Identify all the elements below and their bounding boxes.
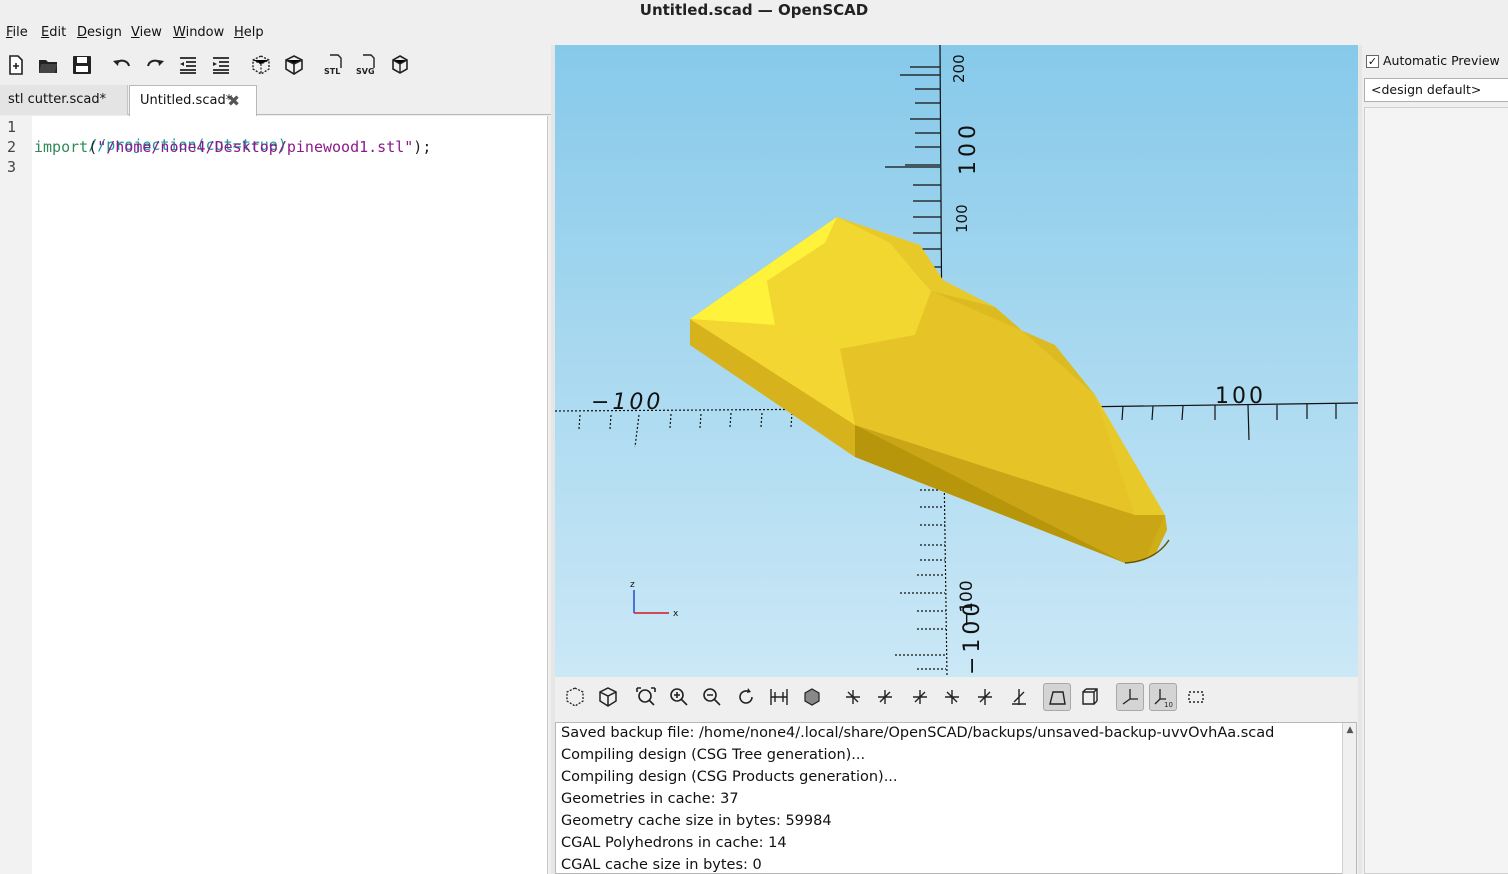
view-right-icon[interactable]: [839, 683, 867, 711]
preview-icon[interactable]: [247, 51, 275, 79]
console-scrollbar[interactable]: ▲: [1342, 723, 1356, 874]
x-axis-label-negative: −100: [591, 390, 663, 415]
svg-text:SVG: SVG: [356, 67, 375, 76]
view-top-icon[interactable]: [906, 683, 934, 711]
perspective-toggle-icon[interactable]: [765, 683, 793, 711]
customizer-parameters: [1364, 107, 1508, 874]
reset-view-icon[interactable]: [732, 683, 760, 711]
console-line: Geometries in cache: 37: [561, 791, 739, 807]
unindent-icon[interactable]: [174, 51, 202, 79]
z-axis-label-100-large: 100: [956, 121, 981, 175]
undo-icon[interactable]: [108, 51, 136, 79]
menu-view[interactable]: View: [131, 25, 162, 40]
close-tab-icon[interactable]: ✖: [227, 86, 240, 116]
svg-text:10: 10: [1164, 701, 1173, 708]
tab-stl-cutter[interactable]: stl cutter.scad*: [0, 85, 128, 115]
zoom-in-icon[interactable]: [665, 683, 693, 711]
render-icon[interactable]: [594, 683, 622, 711]
code-line-2: import("/home/none4/Desktop/pinewood1.st…: [34, 138, 431, 156]
menu-help[interactable]: Help: [234, 25, 264, 40]
view-back-icon[interactable]: [1005, 683, 1033, 711]
code-punctuation: );: [413, 138, 432, 156]
code-editor[interactable]: 1 2 3 //projection(cut=true) import("/ho…: [0, 116, 548, 874]
menu-design[interactable]: Design: [77, 25, 122, 40]
code-punctuation: (: [88, 138, 98, 156]
console-line: CGAL cache size in bytes: 0: [561, 857, 762, 873]
zoom-out-icon[interactable]: [698, 683, 726, 711]
view-toolbar: 10: [555, 680, 1358, 714]
perspective-icon[interactable]: [1043, 683, 1071, 711]
scroll-up-arrow-icon[interactable]: ▲: [1345, 725, 1355, 735]
view-left-icon[interactable]: [871, 683, 899, 711]
z-axis-label-200: 200: [950, 54, 968, 83]
orthogonal-toggle-icon[interactable]: [798, 683, 826, 711]
orientation-x-label: x: [673, 609, 679, 619]
send-to-print-icon[interactable]: [386, 51, 414, 79]
model-body: [690, 217, 1170, 564]
render-icon[interactable]: [280, 51, 308, 79]
console-line: Compiling design (CSG Products generatio…: [561, 769, 898, 785]
menu-bar: File Edit Design View Window Help: [0, 22, 1508, 44]
editor-toolbar: STL SVG: [0, 46, 552, 84]
code-keyword: import: [34, 138, 89, 156]
line-number-gutter: 1 2 3: [0, 116, 32, 874]
orientation-z-label: z: [630, 580, 635, 590]
line-number: 1: [7, 118, 17, 136]
console-line: CGAL Polyhedrons in cache: 14: [561, 835, 787, 851]
show-axes-icon[interactable]: [1116, 683, 1144, 711]
save-file-icon[interactable]: [68, 51, 96, 79]
orientation-axes-icon: z x: [630, 580, 679, 619]
z-axis-label-100-small: 100: [953, 204, 971, 233]
show-scale-icon[interactable]: 10: [1149, 683, 1177, 711]
z-axis-label-neg-100-large: −100: [960, 599, 985, 675]
console-output[interactable]: Saved backup file: /home/none4/.local/sh…: [555, 722, 1357, 874]
window-title: Untitled.scad — OpenSCAD: [0, 0, 1508, 22]
menu-edit[interactable]: Edit: [41, 25, 66, 40]
export-svg-icon[interactable]: SVG: [352, 51, 380, 79]
tab-label: stl cutter.scad*: [8, 92, 107, 107]
tab-label: Untitled.scad*: [140, 93, 233, 108]
view-bottom-icon[interactable]: [938, 683, 966, 711]
customizer-panel: ✓ Automatic Preview <design default>: [1362, 45, 1508, 874]
open-file-icon[interactable]: [34, 51, 62, 79]
console-line: Saved backup file: /home/none4/.local/sh…: [561, 725, 1275, 741]
automatic-preview-label: Automatic Preview: [1383, 53, 1500, 68]
view-all-icon[interactable]: [632, 683, 660, 711]
z-axis-lower: [895, 464, 948, 677]
editor-tabs: stl cutter.scad* Untitled.scad* ✖: [0, 85, 552, 116]
line-number: 2: [7, 138, 17, 156]
console-line: Geometry cache size in bytes: 59984: [561, 813, 832, 829]
line-number: 3: [7, 158, 17, 176]
indent-icon[interactable]: [207, 51, 235, 79]
export-stl-icon[interactable]: STL: [319, 51, 347, 79]
automatic-preview-checkbox[interactable]: ✓: [1366, 55, 1379, 68]
x-axis-label-positive: 100: [1215, 384, 1266, 409]
show-edges-icon[interactable]: [1182, 683, 1210, 711]
preset-select[interactable]: <design default>: [1364, 78, 1508, 102]
3d-viewport[interactable]: 100 −100 200 100 100 −100 −100 z x: [555, 45, 1358, 677]
view-front-icon[interactable]: [971, 683, 999, 711]
preview-icon[interactable]: [561, 683, 589, 711]
new-file-icon[interactable]: [2, 51, 30, 79]
svg-text:STL: STL: [324, 67, 340, 76]
redo-icon[interactable]: [141, 51, 169, 79]
tab-untitled[interactable]: Untitled.scad* ✖: [129, 85, 257, 116]
orthogonal-icon[interactable]: [1076, 683, 1104, 711]
console-line: Compiling design (CSG Tree generation)..…: [561, 747, 866, 763]
menu-file[interactable]: File: [6, 25, 28, 40]
openscad-window: Untitled.scad — OpenSCAD File Edit Desig…: [0, 0, 1508, 874]
code-string: "/home/none4/Desktop/pinewood1.stl": [97, 138, 414, 156]
menu-window[interactable]: Window: [173, 25, 224, 40]
